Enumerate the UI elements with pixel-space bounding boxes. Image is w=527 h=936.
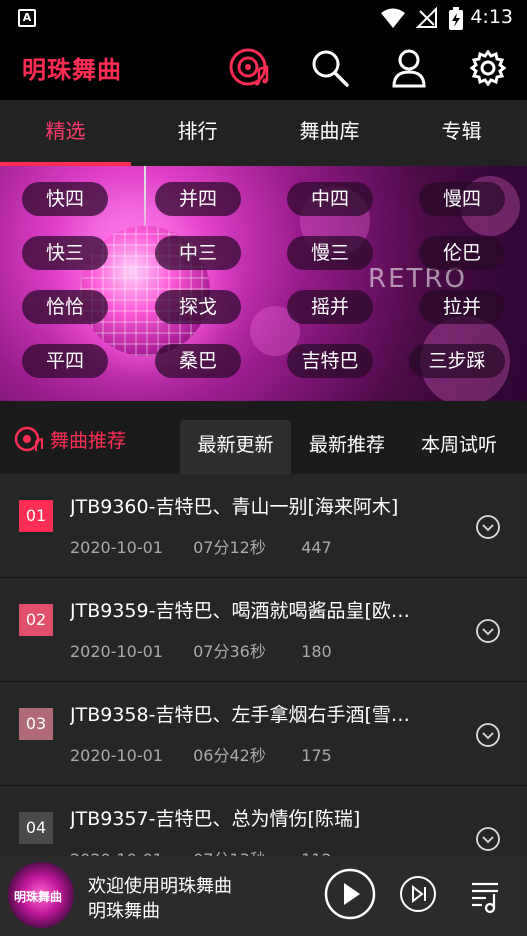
song-meta: 2020-10-01 07分36秒 180 (70, 638, 332, 662)
chip-pingsi[interactable]: 平四 (22, 344, 108, 378)
mini-player: 明珠舞曲 欢迎使用明珠舞曲 明珠舞曲 (0, 856, 527, 936)
cover-text: 明珠舞曲 (14, 890, 63, 904)
tab-albums[interactable]: 专辑 (396, 100, 527, 166)
disco-ball-string (144, 166, 146, 228)
notification-icon: A (18, 9, 36, 27)
chip-kuaisan[interactable]: 快三 (22, 236, 108, 270)
chip-chacha[interactable]: 恰恰 (22, 290, 108, 324)
tab-featured[interactable]: 精选 (0, 100, 131, 166)
song-duration: 07分12秒 (193, 538, 266, 557)
music-disc-icon (14, 426, 43, 452)
tab-dance-library[interactable]: 舞曲库 (264, 100, 395, 166)
search-icon (312, 50, 349, 87)
song-duration: 07分36秒 (193, 642, 266, 661)
song-plays: 175 (301, 746, 332, 765)
wifi-icon (381, 8, 405, 28)
song-duration: 06分42秒 (193, 746, 266, 765)
chip-mansan[interactable]: 慢三 (287, 236, 373, 270)
clock: 4:13 (470, 6, 513, 28)
playlist-icon (472, 882, 498, 914)
category-banner: RETRO 快四 并四 中四 慢四 快三 中三 慢三 伦巴 恰恰 探戈 摇并 拉… (0, 166, 527, 401)
chip-mansi[interactable]: 慢四 (419, 182, 505, 216)
song-meta: 2020-10-01 07分13秒 112 (70, 846, 332, 856)
gear-icon (469, 49, 507, 87)
next-button[interactable] (398, 874, 438, 914)
song-name: JTB9360-吉特巴、青山一别[海来阿木] (70, 496, 399, 518)
rank-badge: 01 (19, 500, 53, 532)
chevron-down-icon[interactable] (475, 722, 501, 748)
music-disc-button[interactable] (228, 46, 272, 90)
song-row[interactable]: 04 JTB9357-吉特巴、总为情伤[陈瑞] 2020-10-01 07分13… (0, 786, 527, 856)
song-plays: 180 (301, 642, 332, 661)
chip-labing[interactable]: 拉并 (419, 290, 505, 324)
player-subtitle: 明珠舞曲 (88, 901, 160, 922)
user-icon (392, 49, 426, 88)
rank-badge: 03 (19, 708, 53, 740)
song-row[interactable]: 02 JTB9359-吉特巴、喝酒就喝酱品皇[欧… 2020-10-01 07分… (0, 578, 527, 682)
user-button[interactable] (387, 46, 431, 90)
subtab-latest-recommend[interactable]: 最新推荐 (292, 420, 402, 474)
song-list: 01 JTB9360-吉特巴、青山一别[海来阿木] 2020-10-01 07分… (0, 474, 527, 856)
song-date: 2020-10-01 (70, 538, 163, 557)
app-title: 明珠舞曲 (22, 56, 122, 84)
chip-yaobing[interactable]: 摇并 (287, 290, 373, 324)
song-date: 2020-10-01 (70, 642, 163, 661)
song-date: 2020-10-01 (70, 746, 163, 765)
rank-badge: 02 (19, 604, 53, 636)
music-disc-icon (229, 48, 269, 86)
chip-tango[interactable]: 探戈 (155, 290, 241, 324)
chip-jitterbug[interactable]: 吉特巴 (287, 344, 373, 378)
song-meta: 2020-10-01 07分12秒 447 (70, 534, 332, 558)
song-name: JTB9357-吉特巴、总为情伤[陈瑞] (70, 808, 361, 830)
search-button[interactable] (308, 46, 352, 90)
song-duration: 07分13秒 (193, 846, 296, 856)
song-row[interactable]: 03 JTB9358-吉特巴、左手拿烟右手酒[雪… 2020-10-01 06分… (0, 682, 527, 786)
song-name: JTB9359-吉特巴、喝酒就喝酱品皇[欧… (70, 600, 410, 622)
play-button[interactable] (322, 866, 378, 922)
status-bar: A 4:13 (0, 0, 527, 36)
tab-ranking[interactable]: 排行 (132, 100, 263, 166)
settings-button[interactable] (466, 46, 510, 90)
album-cover[interactable]: 明珠舞曲 (8, 862, 74, 928)
chip-rumba[interactable]: 伦巴 (419, 236, 505, 270)
recommend-title: 舞曲推荐 (14, 425, 126, 453)
chevron-down-icon[interactable] (475, 514, 501, 540)
subtab-weekly-trial[interactable]: 本周试听 (404, 420, 514, 474)
skip-next-icon (400, 876, 436, 912)
chip-kuaisi[interactable]: 快四 (22, 182, 108, 216)
recommend-title-text: 舞曲推荐 (50, 429, 127, 452)
song-plays: 447 (301, 538, 332, 557)
app-header: 明珠舞曲 (0, 36, 527, 100)
chevron-down-icon[interactable] (475, 618, 501, 644)
chip-sanbucai[interactable]: 三步踩 (409, 344, 505, 378)
no-signal-icon (416, 7, 437, 28)
chip-zhongsi[interactable]: 中四 (287, 182, 373, 216)
battery-icon (449, 7, 463, 30)
main-tabs: 精选 排行 舞曲库 专辑 (0, 100, 527, 166)
song-row[interactable]: 01 JTB9360-吉特巴、青山一别[海来阿木] 2020-10-01 07分… (0, 474, 527, 578)
recommend-header: 舞曲推荐 最新更新 最新推荐 本周试听 (0, 401, 527, 474)
chip-bingsi[interactable]: 并四 (155, 182, 241, 216)
song-meta: 2020-10-01 06分42秒 175 (70, 742, 332, 766)
chip-samba[interactable]: 桑巴 (155, 344, 241, 378)
player-title: 欢迎使用明珠舞曲 (88, 876, 232, 897)
playlist-button[interactable] (466, 876, 506, 916)
chip-zhongsan[interactable]: 中三 (155, 236, 241, 270)
chevron-down-icon[interactable] (475, 826, 501, 852)
subtab-latest-update[interactable]: 最新更新 (180, 420, 291, 474)
play-icon (324, 868, 376, 920)
song-name: JTB9358-吉特巴、左手拿烟右手酒[雪… (70, 704, 410, 726)
rank-badge: 04 (19, 812, 53, 844)
